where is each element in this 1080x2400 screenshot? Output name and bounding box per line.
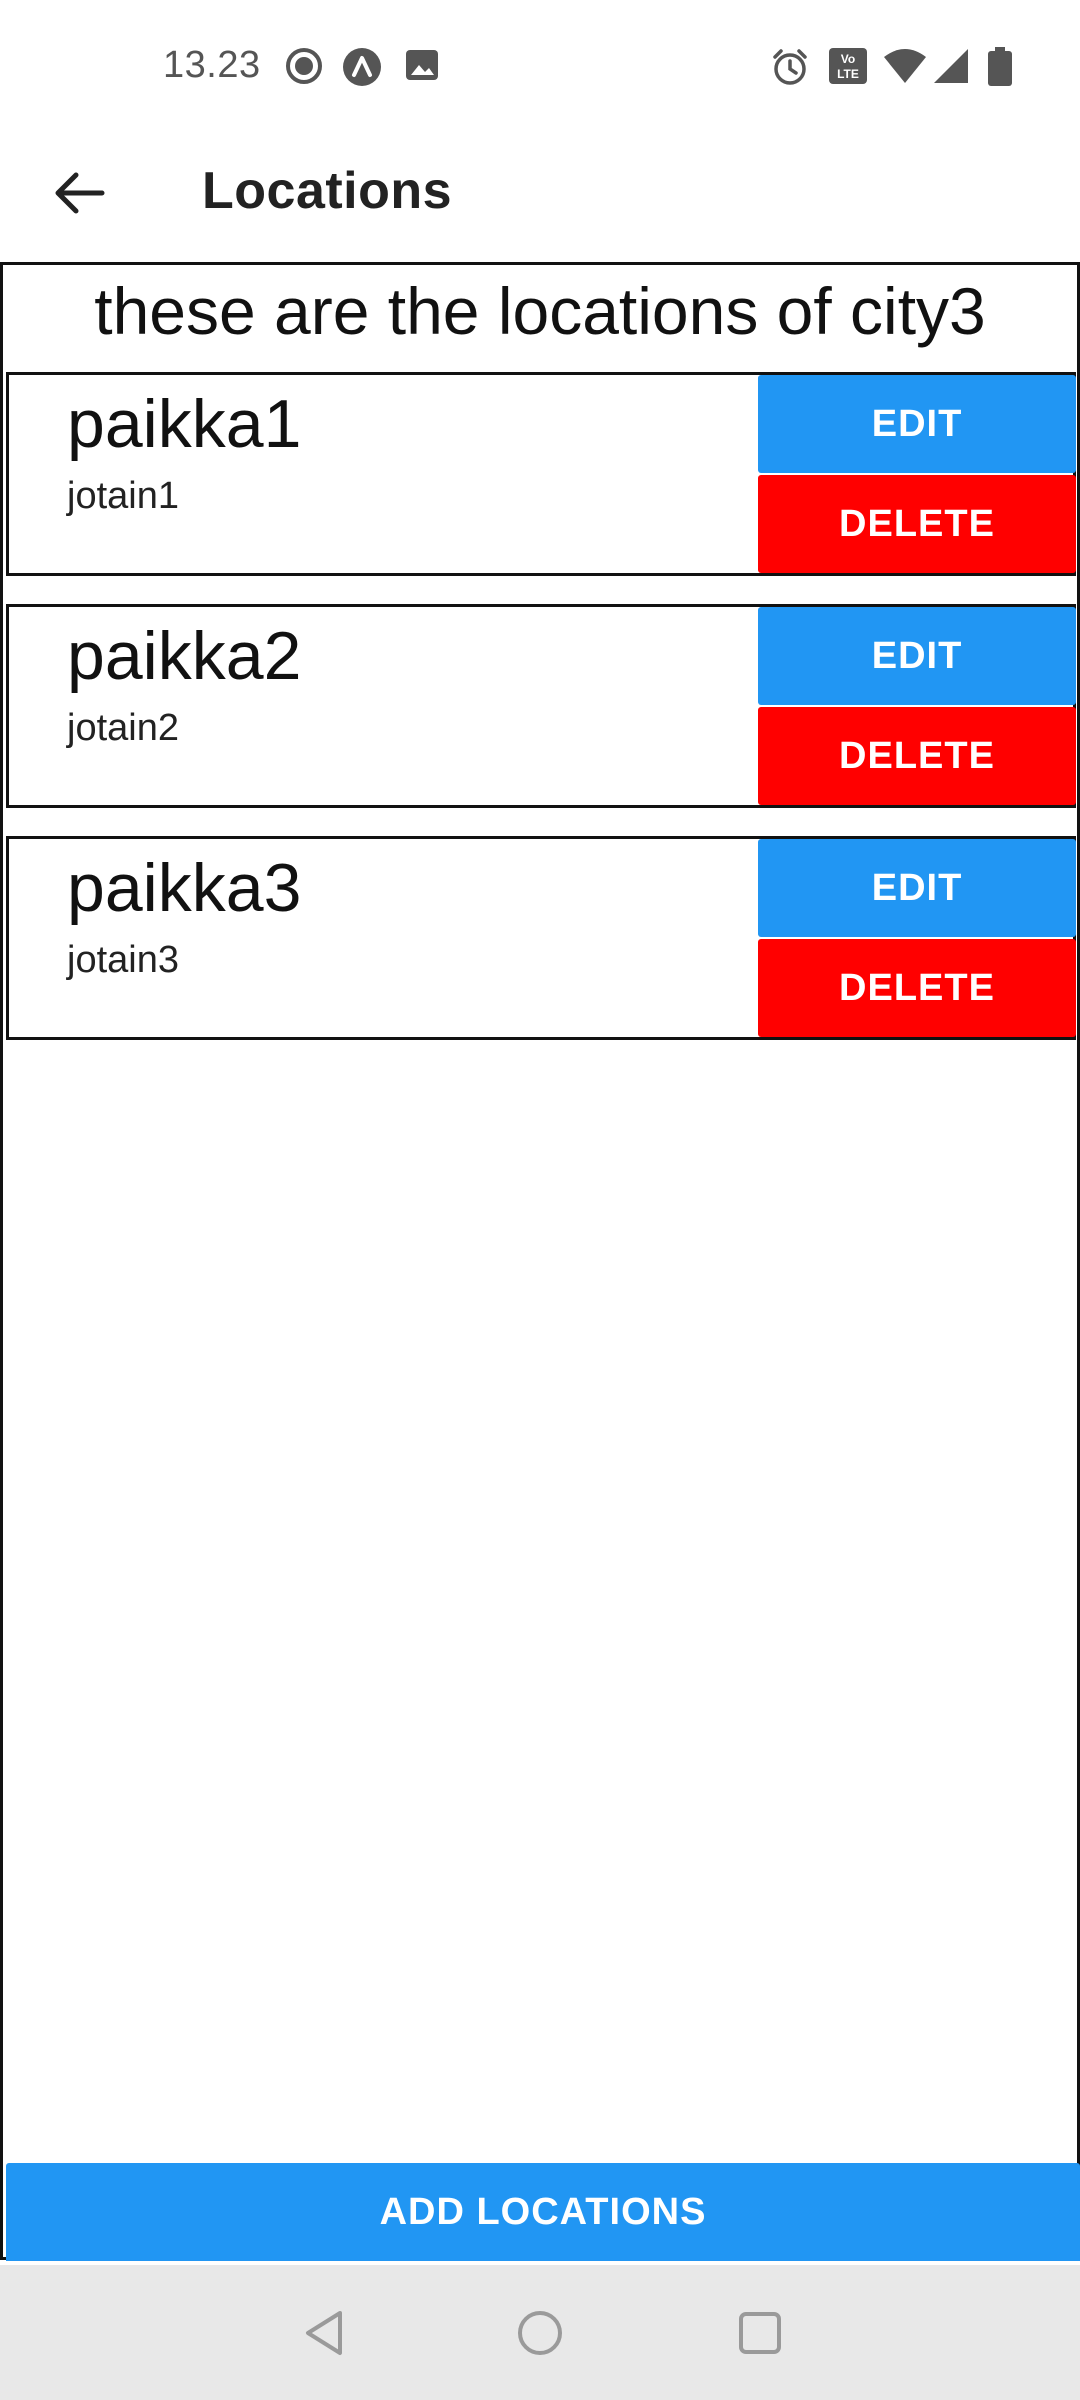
location-name: paikka3 bbox=[67, 850, 302, 926]
delete-button[interactable]: DELETE bbox=[758, 475, 1076, 573]
edit-button[interactable]: EDIT bbox=[758, 375, 1076, 473]
page-title: Locations bbox=[202, 162, 453, 220]
nav-back-icon[interactable] bbox=[296, 2305, 352, 2361]
location-item: paikka1 jotain1 EDIT DELETE bbox=[6, 372, 1076, 576]
back-button[interactable] bbox=[42, 157, 118, 233]
wifi-icon bbox=[882, 47, 928, 85]
location-item: paikka3 jotain3 EDIT DELETE bbox=[6, 836, 1076, 1040]
nav-home-icon[interactable] bbox=[512, 2305, 568, 2361]
locations-screen: these are the locations of city3 paikka1… bbox=[0, 262, 1080, 2261]
location-item: paikka2 jotain2 EDIT DELETE bbox=[6, 604, 1076, 808]
locations-heading: these are the locations of city3 bbox=[94, 274, 986, 348]
battery-icon bbox=[986, 47, 1014, 86]
app-icon bbox=[342, 47, 381, 86]
location-description: jotain2 bbox=[67, 707, 179, 749]
location-name: paikka1 bbox=[67, 386, 302, 462]
location-description: jotain3 bbox=[67, 939, 179, 981]
arrow-left-icon bbox=[54, 171, 106, 220]
location-name: paikka2 bbox=[67, 618, 302, 694]
svg-text:LTE: LTE bbox=[837, 67, 859, 81]
alarm-icon bbox=[770, 47, 808, 85]
add-locations-button[interactable]: ADD LOCATIONS bbox=[6, 2163, 1080, 2261]
signal-icon bbox=[930, 47, 968, 85]
svg-text:Vo: Vo bbox=[841, 52, 855, 66]
edit-button[interactable]: EDIT bbox=[758, 607, 1076, 705]
record-icon bbox=[285, 47, 323, 85]
location-description: jotain1 bbox=[67, 475, 179, 517]
image-icon bbox=[404, 47, 442, 85]
system-nav-bar bbox=[0, 2265, 1080, 2400]
delete-button[interactable]: DELETE bbox=[758, 707, 1076, 805]
app-bar: Locations bbox=[0, 135, 1080, 255]
status-time: 13.23 bbox=[163, 44, 261, 86]
status-bar: 13.23 Vo LTE bbox=[0, 0, 1080, 135]
delete-button[interactable]: DELETE bbox=[758, 939, 1076, 1037]
nav-recents-icon[interactable] bbox=[732, 2305, 788, 2361]
edit-button[interactable]: EDIT bbox=[758, 839, 1076, 937]
volte-icon: Vo LTE bbox=[828, 47, 868, 85]
